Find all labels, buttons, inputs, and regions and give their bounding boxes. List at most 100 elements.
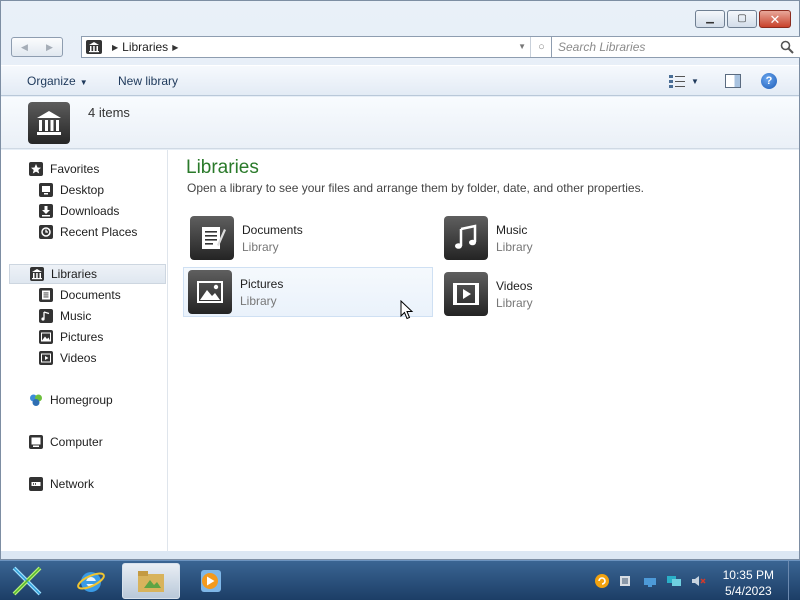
taskbar-media-player[interactable] [182, 563, 240, 599]
network-tray-icon[interactable] [642, 573, 658, 589]
system-clock[interactable]: 10:35 PM 5/4/2023 [723, 567, 774, 599]
organize-button[interactable]: Organize ▼ [27, 74, 88, 88]
nav-desktop[interactable]: Desktop [9, 180, 166, 200]
maximize-icon: ▢ [737, 13, 747, 24]
notification-area [594, 573, 706, 589]
nav-libraries[interactable]: Libraries [9, 264, 166, 284]
tile-name: Music [496, 222, 528, 237]
close-button[interactable]: ✕ [759, 10, 791, 28]
search-input[interactable] [558, 40, 768, 54]
address-dropdown-icon[interactable]: ▼ [518, 42, 526, 51]
nav-recent-places[interactable]: Recent Places [9, 222, 166, 242]
folder-icon [138, 571, 164, 592]
nav-music[interactable]: Music [9, 306, 166, 326]
details-pane: 4 items [1, 97, 799, 149]
minimize-button[interactable]: ▁ [695, 10, 725, 28]
libraries-large-icon [28, 102, 70, 144]
tile-type: Library [496, 239, 533, 254]
tile-name: Documents [242, 222, 303, 237]
nav-videos[interactable]: Videos [9, 348, 166, 368]
page-description: Open a library to see your files and arr… [187, 181, 644, 195]
nav-desktop-label: Desktop [60, 183, 105, 197]
nav-pictures-label: Pictures [60, 330, 104, 344]
preview-pane-icon[interactable] [725, 74, 741, 88]
navigation-row: ◀ ▶ ▶ Libraries ▶ ▼ ○ [11, 36, 800, 58]
address-bar[interactable]: ▶ Libraries ▶ ▼ ○ [81, 36, 553, 58]
item-count: 4 items [88, 105, 130, 120]
nav-music-label: Music [60, 309, 92, 323]
clock-date: 5/4/2023 [724, 584, 772, 598]
library-tile-videos[interactable]: Videos Library [440, 269, 688, 319]
star-icon [29, 162, 43, 176]
view-details-icon [669, 75, 685, 88]
navigation-pane: Favorites Desktop Downloads Recent Place… [1, 150, 168, 551]
body-area: Favorites Desktop Downloads Recent Place… [1, 150, 799, 551]
forward-arrow-icon[interactable]: ▶ [46, 42, 53, 53]
documents-icon [39, 288, 53, 302]
library-tile-pictures[interactable]: Pictures Library [183, 267, 433, 317]
back-arrow-icon[interactable]: ◀ [21, 42, 28, 53]
nav-homegroup[interactable]: Homegroup [9, 390, 166, 410]
taskbar-internet-explorer[interactable] [62, 563, 120, 599]
show-desktop-button[interactable] [788, 561, 800, 600]
desktop-icon [39, 183, 53, 197]
nav-favorites-label: Favorites [50, 162, 100, 176]
organize-label: Organize [27, 74, 76, 88]
library-icon [30, 267, 44, 281]
nav-downloads[interactable]: Downloads [9, 201, 166, 221]
search-box[interactable] [551, 36, 800, 58]
chevron-down-icon: ▼ [79, 78, 88, 87]
search-icon[interactable] [780, 40, 794, 54]
minimize-icon: ▁ [706, 13, 714, 24]
nav-homegroup-label: Homegroup [50, 393, 113, 407]
pictures-icon [39, 330, 53, 344]
command-bar: Organize ▼ New library ▼ ? [1, 65, 799, 96]
nav-documents[interactable]: Documents [9, 285, 166, 305]
taskbar: 10:35 PM 5/4/2023 [0, 560, 800, 600]
display-tray-icon[interactable] [666, 573, 682, 589]
start-button[interactable] [8, 563, 46, 599]
nav-libraries-label: Libraries [51, 267, 98, 281]
page-title: Libraries [186, 157, 259, 178]
tile-type: Library [240, 293, 277, 308]
change-view-button[interactable]: ▼ [669, 74, 709, 88]
recent-places-icon [39, 225, 53, 239]
update-icon[interactable] [594, 573, 610, 589]
refresh-icon[interactable]: ○ [530, 37, 552, 57]
new-library-button[interactable]: New library [118, 74, 178, 88]
breadcrumb-chevron-icon[interactable]: ▶ [172, 43, 178, 52]
music-icon [39, 309, 53, 323]
start-x-icon [12, 566, 42, 596]
breadcrumb-chevron-icon[interactable]: ▶ [112, 43, 118, 52]
maximize-button[interactable]: ▢ [727, 10, 757, 28]
music-library-icon [444, 216, 488, 260]
taskbar-windows-explorer[interactable] [122, 563, 180, 599]
tile-name: Pictures [240, 276, 284, 291]
library-tile-music[interactable]: Music Library [440, 213, 688, 263]
nav-network-label: Network [50, 477, 95, 491]
nav-favorites[interactable]: Favorites [9, 159, 166, 179]
library-tile-documents[interactable]: Documents Library [186, 213, 434, 263]
nav-downloads-label: Downloads [60, 204, 120, 218]
nav-computer-label: Computer [50, 435, 103, 449]
new-library-label: New library [118, 74, 179, 88]
pictures-library-icon [188, 270, 232, 314]
volume-muted-icon[interactable] [690, 573, 706, 589]
close-icon: ✕ [769, 11, 781, 27]
homegroup-icon [30, 394, 42, 406]
videos-icon [39, 351, 53, 365]
nav-computer[interactable]: Computer [9, 432, 166, 452]
breadcrumb-libraries[interactable]: Libraries [122, 40, 168, 54]
view-dropdown-icon[interactable]: ▼ [691, 77, 699, 86]
media-player-icon [201, 570, 221, 592]
downloads-icon [39, 204, 53, 218]
tile-type: Library [496, 295, 533, 310]
videos-library-icon [444, 272, 488, 316]
nav-network[interactable]: Network [9, 474, 166, 494]
nav-pictures[interactable]: Pictures [9, 327, 166, 347]
content-pane: Libraries Open a library to see your fil… [169, 150, 799, 551]
internet-explorer-icon [77, 572, 105, 592]
help-icon[interactable]: ? [761, 73, 777, 89]
computer-icon [29, 435, 43, 449]
action-center-icon[interactable] [618, 573, 634, 589]
